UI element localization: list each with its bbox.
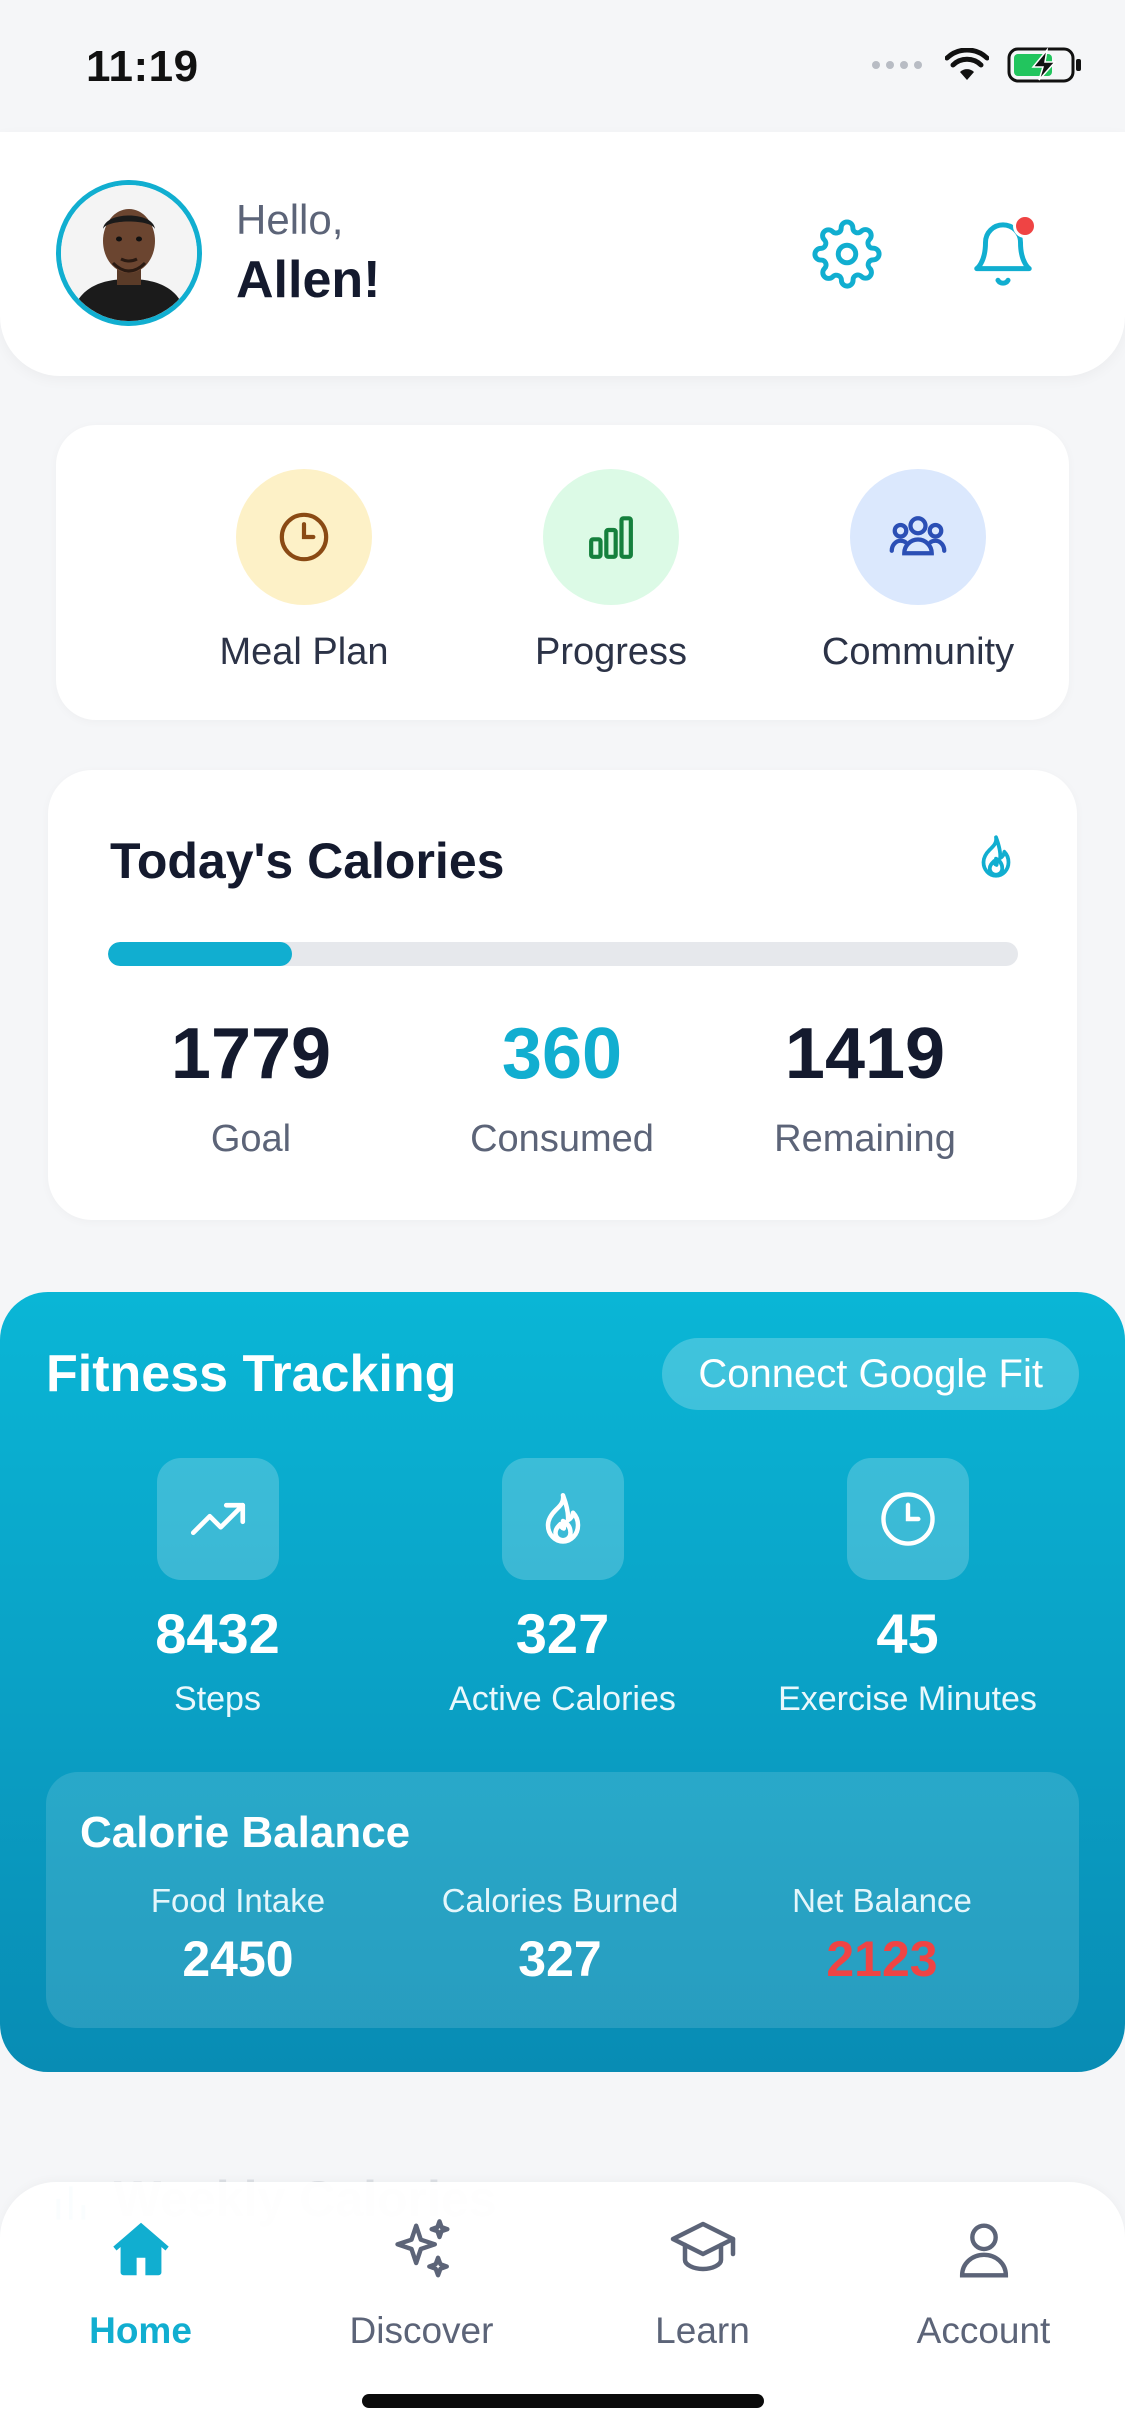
gear-icon [812,219,882,289]
food-intake-label: Food Intake [150,1882,326,1919]
graduation-cap-icon [670,2221,735,2272]
notifications-button[interactable] [961,212,1045,296]
nav-discover[interactable]: Discover [281,2190,562,2352]
quick-action-community[interactable]: Community [768,469,1068,674]
avatar[interactable] [56,180,202,326]
status-icons [871,46,1083,84]
remaining-value: 1419 [784,1014,946,1094]
calories-progress-fill [108,942,292,966]
quick-action-meal-plan[interactable]: Meal Plan [154,469,454,674]
user-icon [959,2223,1008,2278]
food-intake: Food Intake 2450 [73,1882,403,1984]
settings-button[interactable] [805,212,889,296]
active-calories-label: Active Calories [449,1680,676,1718]
user-name: Allen! [236,251,381,309]
nav-account[interactable]: Account [843,2190,1124,2352]
battery-charging-icon [1007,47,1081,83]
calories-flame-button[interactable] [971,832,1021,887]
calorie-balance-box: Calorie Balance Food Intake 2450 Calorie… [46,1772,1079,2028]
exercise-minutes-value: 45 [876,1602,939,1665]
steps-label: Steps [174,1680,261,1718]
flame-icon [981,835,1011,878]
nav-home[interactable]: Home [0,2190,281,2352]
goal-label: Goal [210,1118,292,1160]
calories-burned: Calories Burned 327 [395,1882,725,1984]
active-calories-icon-box [501,1458,624,1580]
fitness-stat-exercise-minutes[interactable]: 45 Exercise Minutes [735,1458,1080,1719]
header: Hello, Allen! [0,132,1125,376]
status-time: 11:19 [86,42,199,91]
goal-value: 1779 [170,1014,332,1094]
nav-home-label: Home [89,2310,192,2351]
quick-action-progress[interactable]: Progress [461,469,761,674]
trending-up-icon [190,1502,245,1536]
community-icon-circle [850,469,986,605]
nav-learn-label: Learn [655,2310,750,2351]
fitness-title: Fitness Tracking [46,1345,457,1403]
exercise-minutes-icon-box [846,1458,969,1580]
net-balance-label: Net Balance [792,1882,972,1919]
greeting-text: Hello, [236,196,344,243]
fitness-stat-active-calories[interactable]: 327 Active Calories [390,1458,735,1719]
flame-icon [545,1493,580,1544]
calories-consumed: 360 Consumed [412,1018,712,1161]
net-balance: Net Balance 2123 [717,1882,1047,1984]
calories-progress-bar [108,942,1018,966]
exercise-minutes-label: Exercise Minutes [778,1680,1037,1718]
clock-icon [880,1492,935,1546]
nav-discover-label: Discover [349,2310,494,2351]
calories-burned-label: Calories Burned [441,1882,679,1919]
meal-plan-icon-circle [236,469,372,605]
calories-remaining: 1419 Remaining [715,1018,1015,1161]
remaining-label: Remaining [774,1118,956,1160]
status-bar: 11:19 [0,0,1125,130]
net-balance-value: 2123 [826,1931,938,1987]
nav-learn[interactable]: Learn [562,2190,843,2352]
progress-icon-circle [543,469,679,605]
steps-icon-box [156,1458,279,1580]
home-icon [112,2222,169,2276]
steps-value: 8432 [155,1602,280,1665]
quick-actions-card: Meal Plan Progress Community [56,425,1069,720]
clock-icon [279,512,329,562]
fitness-tracking-card: Fitness Tracking Connect Google Fit 8432… [0,1292,1125,2072]
sparkles-icon [394,2219,450,2278]
food-intake-value: 2450 [182,1931,294,1987]
signal-dots-icon [872,61,922,69]
bar-chart-icon [589,516,633,559]
active-calories-value: 327 [515,1602,610,1665]
quick-action-label: Meal Plan [219,631,389,673]
consumed-value: 360 [501,1014,623,1094]
notification-badge [1013,214,1037,238]
users-icon [889,516,947,556]
fitness-stat-steps[interactable]: 8432 Steps [45,1458,390,1719]
quick-action-label: Progress [534,631,688,673]
consumed-label: Consumed [470,1118,654,1160]
home-indicator [362,2394,764,2408]
calories-burned-value: 327 [518,1931,602,1987]
calorie-balance-title: Calorie Balance [80,1808,411,1857]
connect-google-fit-button[interactable]: Connect Google Fit [662,1338,1079,1410]
nav-account-label: Account [916,2310,1051,2351]
calories-title: Today's Calories [110,833,505,889]
wifi-icon [945,48,989,80]
quick-action-label: Community [821,631,1015,673]
todays-calories-card[interactable]: Today's Calories 1779 Goal 360 Consumed … [48,770,1077,1220]
calories-goal: 1779 Goal [101,1018,401,1161]
